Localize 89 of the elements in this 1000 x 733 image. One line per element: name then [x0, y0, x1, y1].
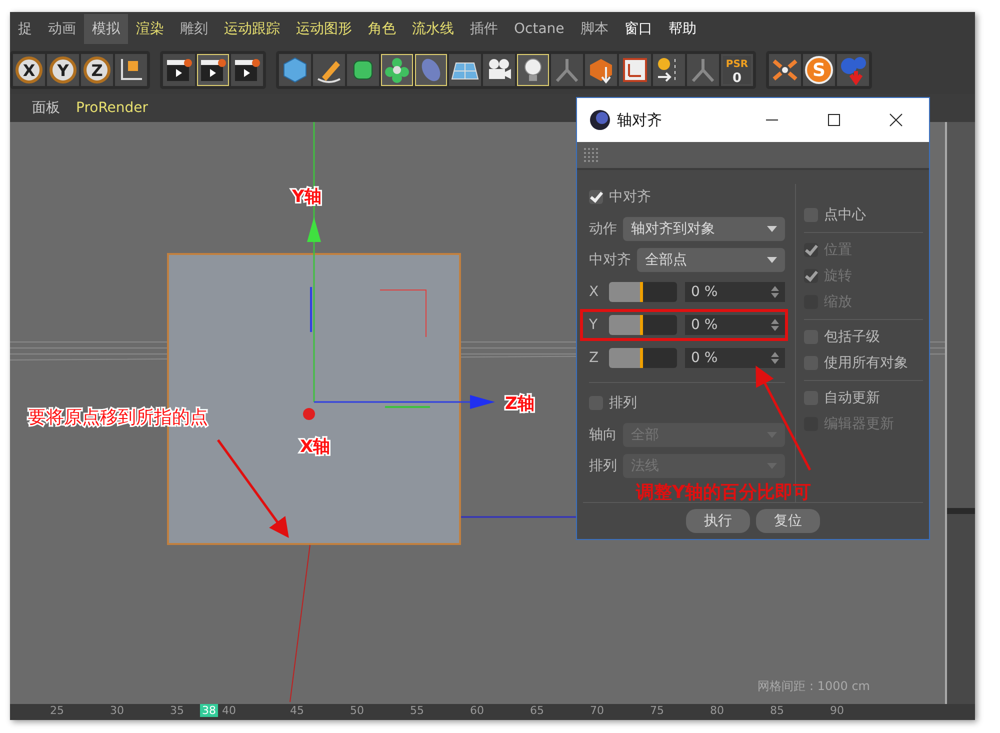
frame-number: 40: [222, 704, 236, 717]
grid-spacing-text: 网格间距 : 1000 cm: [758, 679, 870, 693]
light-bulb-icon[interactable]: [517, 54, 549, 86]
field-label: 排列: [589, 457, 617, 475]
origin-point: [303, 408, 315, 420]
slider[interactable]: [609, 348, 677, 368]
axis-line: [310, 287, 312, 332]
field-label: 中对齐: [589, 251, 631, 269]
close-icon[interactable]: [889, 113, 903, 127]
psr-icon[interactable]: PSR 0: [721, 54, 753, 86]
arrows-icon[interactable]: [769, 54, 801, 86]
menu-item[interactable]: 流水线: [404, 14, 462, 44]
caret-icon: [767, 257, 777, 263]
axis-line: [385, 406, 430, 408]
menu-item[interactable]: 雕刻: [172, 14, 216, 44]
frame-number: 70: [590, 704, 604, 717]
sphere-logo-icon: [589, 109, 611, 131]
grip-icon[interactable]: [583, 147, 599, 163]
panel-menu-item[interactable]: ProRender: [76, 100, 148, 116]
checkbox[interactable]: [589, 190, 603, 204]
maximize-icon[interactable]: [827, 113, 841, 127]
axis-icon[interactable]: Z: [81, 54, 113, 86]
checkbox-label: 中对齐: [609, 188, 651, 206]
frame-icon[interactable]: [619, 54, 651, 86]
number-field[interactable]: 0 %: [685, 315, 785, 335]
axis-icon[interactable]: X: [13, 54, 45, 86]
frame-number: 30: [110, 704, 124, 717]
caret-icon: [767, 226, 777, 232]
checkbox-label: 排列: [609, 394, 637, 412]
menu-item[interactable]: 窗口: [616, 14, 660, 44]
window-title: 轴对齐: [617, 110, 662, 130]
flower-icon[interactable]: [381, 54, 413, 86]
frame-number: 85: [770, 704, 784, 717]
menu-item[interactable]: 捉: [10, 14, 40, 44]
field-label: 轴向: [589, 426, 617, 444]
spinner-icon[interactable]: [771, 286, 779, 298]
axis-label: X: [589, 284, 600, 300]
axis-label: Y: [589, 317, 599, 333]
frame-number: 45: [290, 704, 304, 717]
frame-number: 55: [410, 704, 424, 717]
frame-number: 80: [710, 704, 724, 717]
menu-item[interactable]: 运动图形: [288, 14, 360, 44]
menu-item[interactable]: 运动跟踪: [216, 14, 288, 44]
floor-grid-icon[interactable]: [449, 54, 481, 86]
menu-item[interactable]: 角色: [360, 14, 404, 44]
frame-number: 50: [350, 704, 364, 717]
camera-icon[interactable]: [483, 54, 515, 86]
clapperboard-icon[interactable]: [231, 54, 263, 86]
menu-item[interactable]: 渲染: [128, 14, 172, 44]
checkbox-label: 自动更新: [824, 389, 880, 407]
corner-marker: [380, 290, 426, 338]
spinner-icon[interactable]: [771, 319, 779, 331]
number-field[interactable]: 0 %: [685, 348, 785, 368]
checkbox-label: 包括子级: [824, 328, 880, 346]
axes-box-icon[interactable]: [115, 54, 147, 86]
menu-item[interactable]: Octane: [506, 15, 572, 43]
rounded-cube-icon[interactable]: [347, 54, 379, 86]
annotation-text: 调整Y轴的百分比即可: [636, 481, 812, 504]
checkbox-label: 使用所有对象: [824, 354, 908, 372]
slider[interactable]: [609, 315, 677, 335]
axis-label: Z: [589, 350, 600, 366]
dialog-button[interactable]: 复位: [756, 509, 820, 533]
dropdown[interactable]: 全部点: [637, 248, 785, 272]
slider[interactable]: [609, 282, 677, 302]
clapperboard-icon[interactable]: [163, 54, 195, 86]
checkbox-label: 点中心: [824, 206, 866, 224]
menu-item[interactable]: 插件: [462, 14, 506, 44]
frame-number: 65: [530, 704, 544, 717]
frame-number: 25: [50, 704, 64, 717]
menu-item[interactable]: 帮助: [660, 14, 704, 44]
spinner-icon[interactable]: [771, 352, 779, 364]
menu-item[interactable]: 动画: [40, 14, 84, 44]
frame-number: 35: [170, 704, 184, 717]
menu-item[interactable]: 脚本: [572, 14, 616, 44]
menu-item[interactable]: 模拟: [84, 14, 128, 44]
axis-label: Z轴: [505, 394, 534, 414]
frame-number: 60: [470, 704, 484, 717]
panel-menu-item[interactable]: 面板: [32, 99, 60, 117]
axis-icon[interactable]: Y: [47, 54, 79, 86]
cube-icon[interactable]: [279, 54, 311, 86]
dropdown[interactable]: 轴对齐到对象: [623, 217, 785, 241]
axis-label: X轴: [300, 437, 330, 457]
pen-icon[interactable]: [313, 54, 345, 86]
field-label: 动作: [589, 220, 617, 238]
clapperboard-icon[interactable]: [197, 54, 229, 86]
frame-number: 75: [650, 704, 664, 717]
dialog-button[interactable]: 执行: [686, 509, 750, 533]
number-field[interactable]: 0 %: [685, 282, 785, 302]
frame-number: 90: [830, 704, 844, 717]
